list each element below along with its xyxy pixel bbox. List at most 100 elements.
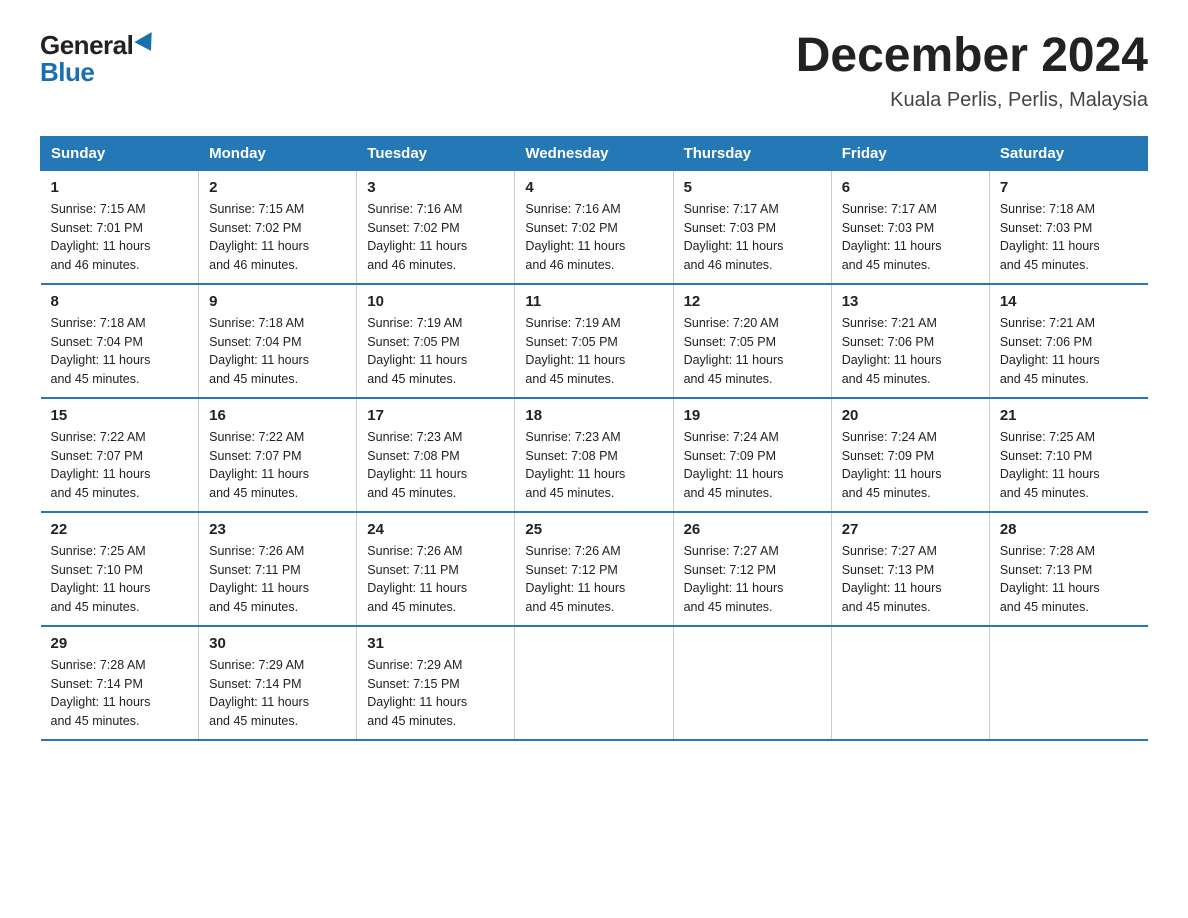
- day-cell: 11 Sunrise: 7:19 AM Sunset: 7:05 PM Dayl…: [515, 284, 673, 398]
- day-cell: 13 Sunrise: 7:21 AM Sunset: 7:06 PM Dayl…: [831, 284, 989, 398]
- day-cell: 31 Sunrise: 7:29 AM Sunset: 7:15 PM Dayl…: [357, 626, 515, 740]
- day-number: 8: [51, 293, 189, 310]
- day-number: 6: [842, 179, 979, 196]
- day-number: 25: [525, 521, 662, 538]
- day-number: 27: [842, 521, 979, 538]
- day-cell: 14 Sunrise: 7:21 AM Sunset: 7:06 PM Dayl…: [989, 284, 1147, 398]
- day-info: Sunrise: 7:16 AM Sunset: 7:02 PM Dayligh…: [367, 200, 504, 275]
- day-cell: 3 Sunrise: 7:16 AM Sunset: 7:02 PM Dayli…: [357, 170, 515, 284]
- day-cell: [831, 626, 989, 740]
- day-cell: 16 Sunrise: 7:22 AM Sunset: 7:07 PM Dayl…: [199, 398, 357, 512]
- day-info: Sunrise: 7:25 AM Sunset: 7:10 PM Dayligh…: [51, 542, 189, 617]
- day-cell: 8 Sunrise: 7:18 AM Sunset: 7:04 PM Dayli…: [41, 284, 199, 398]
- day-number: 15: [51, 407, 189, 424]
- day-info: Sunrise: 7:27 AM Sunset: 7:12 PM Dayligh…: [684, 542, 821, 617]
- header-cell-monday: Monday: [199, 136, 357, 170]
- header-cell-wednesday: Wednesday: [515, 136, 673, 170]
- page-header: General Blue December 2024 Kuala Perlis,…: [40, 30, 1148, 112]
- day-info: Sunrise: 7:28 AM Sunset: 7:13 PM Dayligh…: [1000, 542, 1138, 617]
- day-cell: 10 Sunrise: 7:19 AM Sunset: 7:05 PM Dayl…: [357, 284, 515, 398]
- day-cell: 30 Sunrise: 7:29 AM Sunset: 7:14 PM Dayl…: [199, 626, 357, 740]
- calendar-body: 1 Sunrise: 7:15 AM Sunset: 7:01 PM Dayli…: [41, 170, 1148, 740]
- day-cell: 18 Sunrise: 7:23 AM Sunset: 7:08 PM Dayl…: [515, 398, 673, 512]
- day-cell: 21 Sunrise: 7:25 AM Sunset: 7:10 PM Dayl…: [989, 398, 1147, 512]
- day-number: 14: [1000, 293, 1138, 310]
- day-cell: 17 Sunrise: 7:23 AM Sunset: 7:08 PM Dayl…: [357, 398, 515, 512]
- day-cell: 2 Sunrise: 7:15 AM Sunset: 7:02 PM Dayli…: [199, 170, 357, 284]
- day-info: Sunrise: 7:16 AM Sunset: 7:02 PM Dayligh…: [525, 200, 662, 275]
- day-cell: 24 Sunrise: 7:26 AM Sunset: 7:11 PM Dayl…: [357, 512, 515, 626]
- day-cell: [989, 626, 1147, 740]
- day-number: 19: [684, 407, 821, 424]
- header-row: SundayMondayTuesdayWednesdayThursdayFrid…: [41, 136, 1148, 170]
- week-row-5: 29 Sunrise: 7:28 AM Sunset: 7:14 PM Dayl…: [41, 626, 1148, 740]
- day-number: 28: [1000, 521, 1138, 538]
- header-cell-saturday: Saturday: [989, 136, 1147, 170]
- day-cell: 27 Sunrise: 7:27 AM Sunset: 7:13 PM Dayl…: [831, 512, 989, 626]
- day-cell: 12 Sunrise: 7:20 AM Sunset: 7:05 PM Dayl…: [673, 284, 831, 398]
- day-number: 16: [209, 407, 346, 424]
- month-title: December 2024: [796, 30, 1148, 83]
- day-info: Sunrise: 7:19 AM Sunset: 7:05 PM Dayligh…: [367, 314, 504, 389]
- day-cell: 6 Sunrise: 7:17 AM Sunset: 7:03 PM Dayli…: [831, 170, 989, 284]
- day-number: 23: [209, 521, 346, 538]
- day-cell: [515, 626, 673, 740]
- day-cell: 4 Sunrise: 7:16 AM Sunset: 7:02 PM Dayli…: [515, 170, 673, 284]
- day-info: Sunrise: 7:19 AM Sunset: 7:05 PM Dayligh…: [525, 314, 662, 389]
- day-number: 12: [684, 293, 821, 310]
- day-number: 20: [842, 407, 979, 424]
- day-cell: 25 Sunrise: 7:26 AM Sunset: 7:12 PM Dayl…: [515, 512, 673, 626]
- day-info: Sunrise: 7:20 AM Sunset: 7:05 PM Dayligh…: [684, 314, 821, 389]
- day-cell: 5 Sunrise: 7:17 AM Sunset: 7:03 PM Dayli…: [673, 170, 831, 284]
- day-cell: 19 Sunrise: 7:24 AM Sunset: 7:09 PM Dayl…: [673, 398, 831, 512]
- day-cell: 7 Sunrise: 7:18 AM Sunset: 7:03 PM Dayli…: [989, 170, 1147, 284]
- day-number: 31: [367, 635, 504, 652]
- day-cell: 28 Sunrise: 7:28 AM Sunset: 7:13 PM Dayl…: [989, 512, 1147, 626]
- day-number: 11: [525, 293, 662, 310]
- logo-blue-text: Blue: [40, 57, 94, 88]
- day-number: 24: [367, 521, 504, 538]
- day-info: Sunrise: 7:18 AM Sunset: 7:04 PM Dayligh…: [209, 314, 346, 389]
- calendar-header: SundayMondayTuesdayWednesdayThursdayFrid…: [41, 136, 1148, 170]
- day-number: 13: [842, 293, 979, 310]
- day-info: Sunrise: 7:25 AM Sunset: 7:10 PM Dayligh…: [1000, 428, 1138, 503]
- logo: General Blue: [40, 30, 157, 88]
- day-number: 2: [209, 179, 346, 196]
- day-info: Sunrise: 7:26 AM Sunset: 7:11 PM Dayligh…: [367, 542, 504, 617]
- day-number: 26: [684, 521, 821, 538]
- day-cell: 29 Sunrise: 7:28 AM Sunset: 7:14 PM Dayl…: [41, 626, 199, 740]
- day-info: Sunrise: 7:21 AM Sunset: 7:06 PM Dayligh…: [1000, 314, 1138, 389]
- day-cell: 15 Sunrise: 7:22 AM Sunset: 7:07 PM Dayl…: [41, 398, 199, 512]
- day-cell: [673, 626, 831, 740]
- day-number: 30: [209, 635, 346, 652]
- day-info: Sunrise: 7:24 AM Sunset: 7:09 PM Dayligh…: [684, 428, 821, 503]
- day-info: Sunrise: 7:23 AM Sunset: 7:08 PM Dayligh…: [525, 428, 662, 503]
- day-info: Sunrise: 7:23 AM Sunset: 7:08 PM Dayligh…: [367, 428, 504, 503]
- day-info: Sunrise: 7:18 AM Sunset: 7:04 PM Dayligh…: [51, 314, 189, 389]
- day-number: 29: [51, 635, 189, 652]
- day-cell: 9 Sunrise: 7:18 AM Sunset: 7:04 PM Dayli…: [199, 284, 357, 398]
- day-info: Sunrise: 7:17 AM Sunset: 7:03 PM Dayligh…: [684, 200, 821, 275]
- calendar-table: SundayMondayTuesdayWednesdayThursdayFrid…: [40, 136, 1148, 741]
- day-info: Sunrise: 7:27 AM Sunset: 7:13 PM Dayligh…: [842, 542, 979, 617]
- location-text: Kuala Perlis, Perlis, Malaysia: [796, 89, 1148, 112]
- day-cell: 1 Sunrise: 7:15 AM Sunset: 7:01 PM Dayli…: [41, 170, 199, 284]
- day-info: Sunrise: 7:21 AM Sunset: 7:06 PM Dayligh…: [842, 314, 979, 389]
- logo-triangle-icon: [135, 32, 160, 56]
- day-number: 5: [684, 179, 821, 196]
- day-info: Sunrise: 7:29 AM Sunset: 7:15 PM Dayligh…: [367, 656, 504, 731]
- day-info: Sunrise: 7:22 AM Sunset: 7:07 PM Dayligh…: [209, 428, 346, 503]
- header-cell-thursday: Thursday: [673, 136, 831, 170]
- day-info: Sunrise: 7:24 AM Sunset: 7:09 PM Dayligh…: [842, 428, 979, 503]
- week-row-2: 8 Sunrise: 7:18 AM Sunset: 7:04 PM Dayli…: [41, 284, 1148, 398]
- week-row-1: 1 Sunrise: 7:15 AM Sunset: 7:01 PM Dayli…: [41, 170, 1148, 284]
- day-number: 1: [51, 179, 189, 196]
- day-number: 22: [51, 521, 189, 538]
- day-number: 21: [1000, 407, 1138, 424]
- day-info: Sunrise: 7:22 AM Sunset: 7:07 PM Dayligh…: [51, 428, 189, 503]
- day-number: 9: [209, 293, 346, 310]
- header-cell-friday: Friday: [831, 136, 989, 170]
- week-row-3: 15 Sunrise: 7:22 AM Sunset: 7:07 PM Dayl…: [41, 398, 1148, 512]
- day-info: Sunrise: 7:18 AM Sunset: 7:03 PM Dayligh…: [1000, 200, 1138, 275]
- header-cell-tuesday: Tuesday: [357, 136, 515, 170]
